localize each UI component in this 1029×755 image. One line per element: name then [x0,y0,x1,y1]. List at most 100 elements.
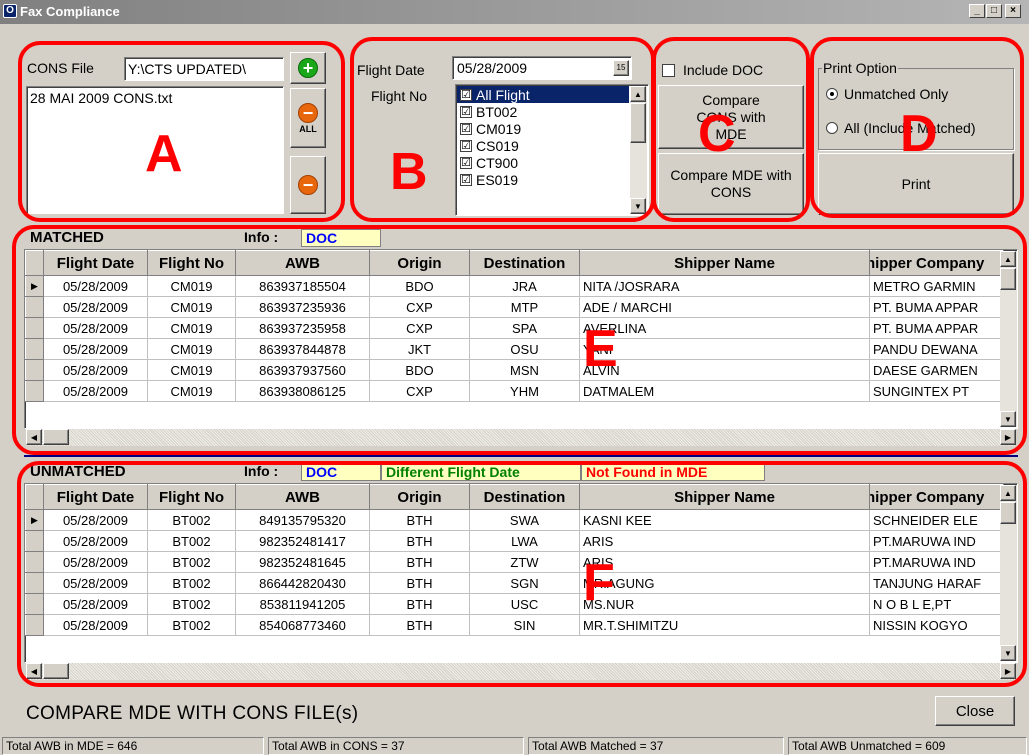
table-cell[interactable]: BTH [369,614,470,636]
table-cell[interactable]: PANDU DEWANA [869,338,1004,360]
flight-item-cm019[interactable]: ☑ CM019 [457,120,629,137]
table-cell[interactable]: BT002 [147,614,236,636]
matched-vscrollbar[interactable]: ▲ ▼ [1000,251,1017,427]
table-cell[interactable]: 853811941205 [235,593,370,615]
matched-hscrollbar[interactable]: ◀ ▶ [26,429,1016,446]
col-shipper-company[interactable]: Shipper Company [869,250,1004,276]
table-cell[interactable]: KASNI KEE [579,509,870,531]
table-cell[interactable]: BTH [369,572,470,594]
flight-item-bt002[interactable]: ☑ BT002 [457,103,629,120]
include-doc-checkbox[interactable]: Include DOC [662,62,763,78]
table-cell[interactable]: MR.T.SHIMITZU [579,614,870,636]
row-indicator[interactable] [25,572,44,594]
current-row-indicator-icon[interactable]: ▶ [25,509,44,531]
flight-item-cs019[interactable]: ☑ CS019 [457,137,629,154]
scroll-right-icon[interactable]: ▶ [1000,663,1016,679]
table-cell[interactable]: 982352481417 [235,530,370,552]
scroll-thumb[interactable] [43,429,69,445]
table-row[interactable]: 05/28/2009 CM019 863937235936 CXP MTP ADE / M… [25,296,1004,318]
table-cell[interactable]: CM019 [147,380,236,402]
col-flight-no[interactable]: Flight No [147,484,236,510]
col-shipper-name[interactable]: Shipper Name [579,250,870,276]
table-cell[interactable]: YANI [579,338,870,360]
table-cell[interactable]: ARIS [579,551,870,573]
table-row[interactable]: 05/28/2009 CM019 863938086125 CXP YHM DATMALE… [25,380,1004,402]
table-cell[interactable]: AVERLINA [579,317,870,339]
checkbox-icon[interactable]: ☑ [460,88,472,101]
table-cell[interactable]: TANJUNG HARAF [869,572,1004,594]
table-cell[interactable]: 05/28/2009 [43,572,148,594]
col-shipper-name[interactable]: Shipper Name [579,484,870,510]
checkbox-icon[interactable]: ☑ [460,122,472,135]
cons-path-input[interactable]: Y:\CTS UPDATED\ [124,57,284,81]
table-cell[interactable]: DATMALEM [579,380,870,402]
table-cell[interactable]: MS.NUR [579,593,870,615]
table-cell[interactable]: SGN [469,572,580,594]
table-cell[interactable]: 982352481645 [235,551,370,573]
table-row[interactable]: 05/28/2009 BT002 866442820430 BTH SGN MR.AGUN… [25,572,1004,594]
col-origin[interactable]: Origin [369,484,470,510]
table-row[interactable]: 05/28/2009 CM019 863937235958 CXP SPA AVERLIN… [25,317,1004,339]
row-indicator[interactable] [25,359,44,381]
table-cell[interactable]: 05/28/2009 [43,551,148,573]
table-cell[interactable]: BT002 [147,530,236,552]
col-awb[interactable]: AWB [235,484,370,510]
table-cell[interactable]: ZTW [469,551,580,573]
table-cell[interactable]: YHM [469,380,580,402]
table-row[interactable]: 05/28/2009 BT002 982352481417 BTH LWA ARIS PT.… [25,530,1004,552]
scroll-down-icon[interactable]: ▼ [630,198,646,214]
table-cell[interactable]: BTH [369,509,470,531]
table-cell[interactable]: 05/28/2009 [43,317,148,339]
flight-item-es019[interactable]: ☑ ES019 [457,171,629,188]
table-cell[interactable]: SPA [469,317,580,339]
scroll-thumb[interactable] [1000,268,1016,290]
table-cell[interactable]: MSN [469,359,580,381]
table-cell[interactable]: METRO GARMIN [869,275,1004,297]
table-cell[interactable]: 863937235958 [235,317,370,339]
table-cell[interactable]: 05/28/2009 [43,338,148,360]
table-cell[interactable]: NISSIN KOGYO [869,614,1004,636]
flight-date-picker[interactable]: 05/28/2009 15 [452,56,632,80]
table-cell[interactable]: 05/28/2009 [43,296,148,318]
table-cell[interactable]: ADE / MARCHI [579,296,870,318]
radio-unmatched-only[interactable]: Unmatched Only [826,86,948,102]
scroll-left-icon[interactable]: ◀ [26,429,42,445]
table-cell[interactable]: 05/28/2009 [43,509,148,531]
table-cell[interactable]: 863937844878 [235,338,370,360]
unmatched-hscrollbar[interactable]: ◀ ▶ [26,663,1016,680]
add-cons-file-button[interactable]: + [290,52,326,84]
table-cell[interactable]: 05/28/2009 [43,359,148,381]
table-cell[interactable]: BTH [369,593,470,615]
table-cell[interactable]: SCHNEIDER ELE [869,509,1004,531]
table-cell[interactable]: BDO [369,359,470,381]
table-cell[interactable]: ALVIN [579,359,870,381]
flight-item-all[interactable]: ☑ All Flight [457,86,629,103]
checkbox-icon[interactable]: ☑ [460,173,472,186]
table-row[interactable]: 05/28/2009 BT002 853811941205 BTH USC MS.NUR N… [25,593,1004,615]
minimize-button[interactable]: _ [969,4,985,18]
row-indicator[interactable] [25,380,44,402]
remove-file-button[interactable]: − [290,156,326,214]
row-indicator[interactable] [25,530,44,552]
col-shipper-company[interactable]: Shipper Company [869,484,1004,510]
flight-list-scrollbar[interactable]: ▲ ▼ [630,86,647,214]
row-indicator[interactable] [25,317,44,339]
table-cell[interactable]: CXP [369,317,470,339]
table-cell[interactable]: 05/28/2009 [43,614,148,636]
list-item[interactable]: 28 MAI 2009 CONS.txt [30,90,280,106]
table-cell[interactable]: BDO [369,275,470,297]
scroll-thumb[interactable] [630,103,646,143]
table-cell[interactable]: LWA [469,530,580,552]
close-window-button[interactable]: × [1005,4,1021,18]
table-row[interactable]: 05/28/2009 CM019 863937937560 BDO MSN ALVIN DA… [25,359,1004,381]
table-cell[interactable]: SIN [469,614,580,636]
row-indicator[interactable] [25,614,44,636]
row-indicator[interactable] [25,296,44,318]
table-cell[interactable]: CM019 [147,275,236,297]
table-cell[interactable]: 05/28/2009 [43,593,148,615]
unmatched-vscrollbar[interactable]: ▲ ▼ [1000,485,1017,661]
table-cell[interactable]: CM019 [147,338,236,360]
col-destination[interactable]: Destination [469,484,580,510]
table-cell[interactable]: BT002 [147,509,236,531]
current-row-indicator-icon[interactable]: ▶ [25,275,44,297]
